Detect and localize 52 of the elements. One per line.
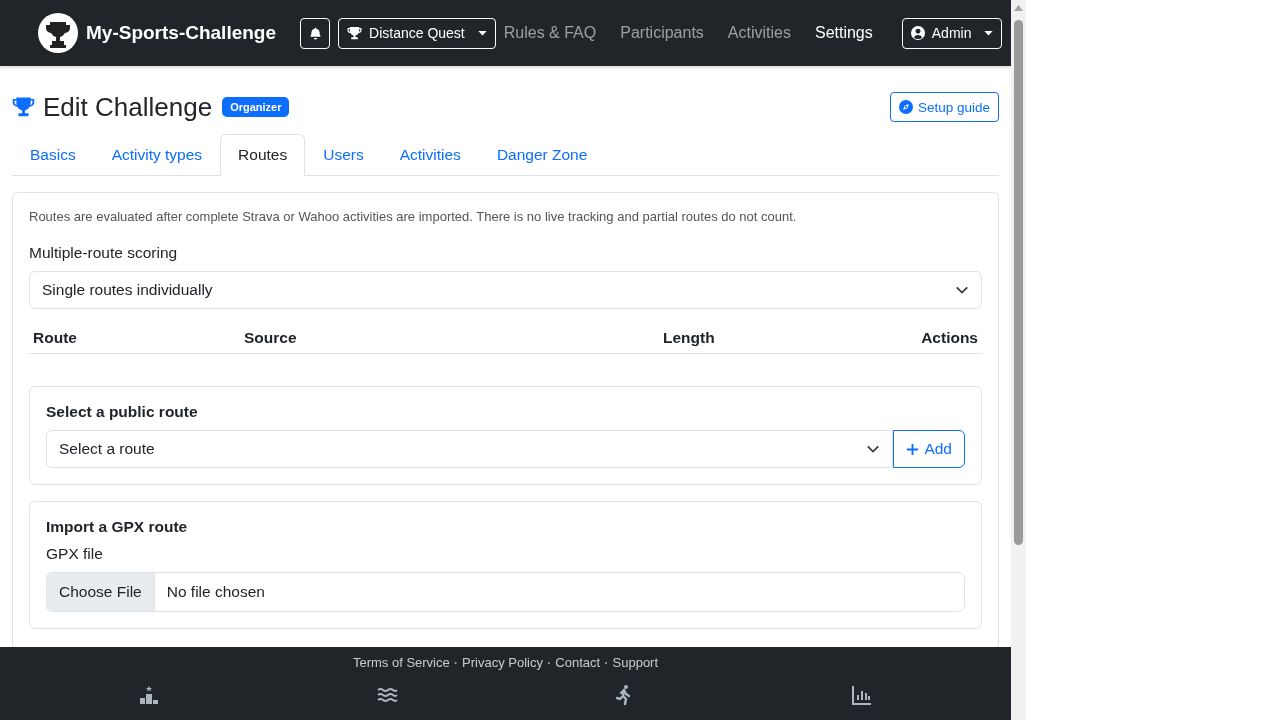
notifications-button[interactable] xyxy=(300,17,331,49)
field-label: GPX file xyxy=(46,545,104,563)
nav-link[interactable]: Settings xyxy=(806,24,881,42)
role-badge: Organizer xyxy=(222,97,290,117)
column-header: Route xyxy=(33,329,78,347)
logo-icon[interactable] xyxy=(38,13,78,53)
separator: · xyxy=(547,655,552,670)
user-dropdown[interactable]: Admin xyxy=(901,17,1003,49)
caret-icon xyxy=(984,30,994,36)
compass-icon xyxy=(898,100,913,114)
section-title: Select a public route xyxy=(46,403,199,421)
info-text: Routes are evaluated after complete Strava or Wahoo activities are imported. There is no live tracking and partial routes do not count. xyxy=(29,209,798,224)
setup-guide-button[interactable]: Setup guide xyxy=(889,92,999,122)
tab[interactable]: Activities xyxy=(381,134,479,176)
tab[interactable]: Users xyxy=(305,134,382,176)
nav-link[interactable]: Participants xyxy=(612,24,712,42)
scrollbar[interactable] xyxy=(1011,0,1026,720)
section-title: Import a GPX route xyxy=(46,518,189,536)
plus-icon xyxy=(906,442,920,456)
bell-icon xyxy=(308,26,322,40)
add-button[interactable]: Add xyxy=(893,430,965,468)
bar-chart-icon[interactable] xyxy=(851,684,874,706)
choose-file-button[interactable]: Choose File xyxy=(47,573,155,611)
nav-link[interactable]: Rules & FAQ xyxy=(495,24,605,42)
footer-link[interactable]: Terms of Service xyxy=(352,655,450,670)
footer-link[interactable]: Contact xyxy=(555,655,601,670)
tab[interactable]: Routes xyxy=(220,134,306,176)
tab[interactable]: Basics xyxy=(12,134,94,176)
trophy-icon xyxy=(347,25,363,41)
tab[interactable]: Activity types xyxy=(93,134,221,176)
user-icon xyxy=(910,26,925,40)
footer-link[interactable]: Privacy Policy xyxy=(462,655,543,670)
caret-icon xyxy=(477,30,487,36)
tab[interactable]: Danger Zone xyxy=(478,134,606,176)
scrollbar-thumb[interactable] xyxy=(1014,20,1023,545)
podium-icon[interactable] xyxy=(137,684,160,706)
challenge-dropdown[interactable]: Distance Quest xyxy=(338,17,496,49)
page-title: Edit Challenge xyxy=(43,91,213,123)
trophy-icon xyxy=(12,95,35,119)
scoring-select[interactable]: Single routes individually xyxy=(29,271,982,309)
column-header: Source xyxy=(244,329,298,347)
field-label: Multiple-route scoring xyxy=(29,244,179,262)
file-status: No file chosen xyxy=(165,582,266,602)
separator: · xyxy=(453,655,459,670)
nav-link[interactable]: Activities xyxy=(719,24,799,42)
route-select[interactable]: Select a route xyxy=(46,430,894,468)
column-header: Actions xyxy=(921,329,978,347)
footer-link[interactable]: Support xyxy=(612,655,659,670)
separator: · xyxy=(604,655,609,670)
file-input[interactable]: Choose File No file chosen xyxy=(46,572,965,612)
brand-name[interactable]: My-Sports-Challenge xyxy=(86,22,277,44)
column-header: Length xyxy=(663,329,716,347)
